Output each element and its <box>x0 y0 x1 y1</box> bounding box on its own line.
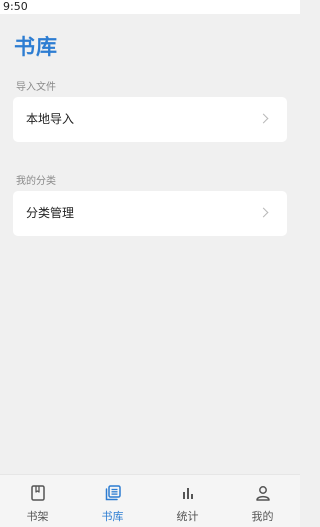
section-label-import: 导入文件 <box>16 82 56 93</box>
status-bar: 9:50 <box>0 0 300 14</box>
bar-chart-icon <box>179 484 197 502</box>
bookshelf-icon <box>29 484 47 502</box>
local-import-button[interactable]: 本地导入 <box>13 97 287 142</box>
section-label-categories: 我的分类 <box>16 176 56 187</box>
bottom-nav: 书架 书库 统计 我的 <box>0 474 300 527</box>
tab-library-label: 书库 <box>101 510 124 523</box>
category-management-button[interactable]: 分类管理 <box>13 191 287 236</box>
category-management-label: 分类管理 <box>26 206 75 220</box>
chevron-right-icon <box>258 207 269 218</box>
local-import-label: 本地导入 <box>26 112 75 126</box>
library-icon <box>104 484 122 502</box>
tab-profile-label: 我的 <box>251 510 274 523</box>
tab-profile[interactable]: 我的 <box>225 475 300 527</box>
tab-statistics[interactable]: 统计 <box>150 475 225 527</box>
page-title: 书库 <box>14 35 58 59</box>
tab-library[interactable]: 书库 <box>75 475 150 527</box>
tab-statistics-label: 统计 <box>176 510 199 523</box>
tab-bookshelf-label: 书架 <box>26 510 49 523</box>
tab-bookshelf[interactable]: 书架 <box>0 475 75 527</box>
chevron-right-icon <box>258 113 269 124</box>
status-time: 9:50 <box>3 0 28 13</box>
person-icon <box>254 484 272 502</box>
